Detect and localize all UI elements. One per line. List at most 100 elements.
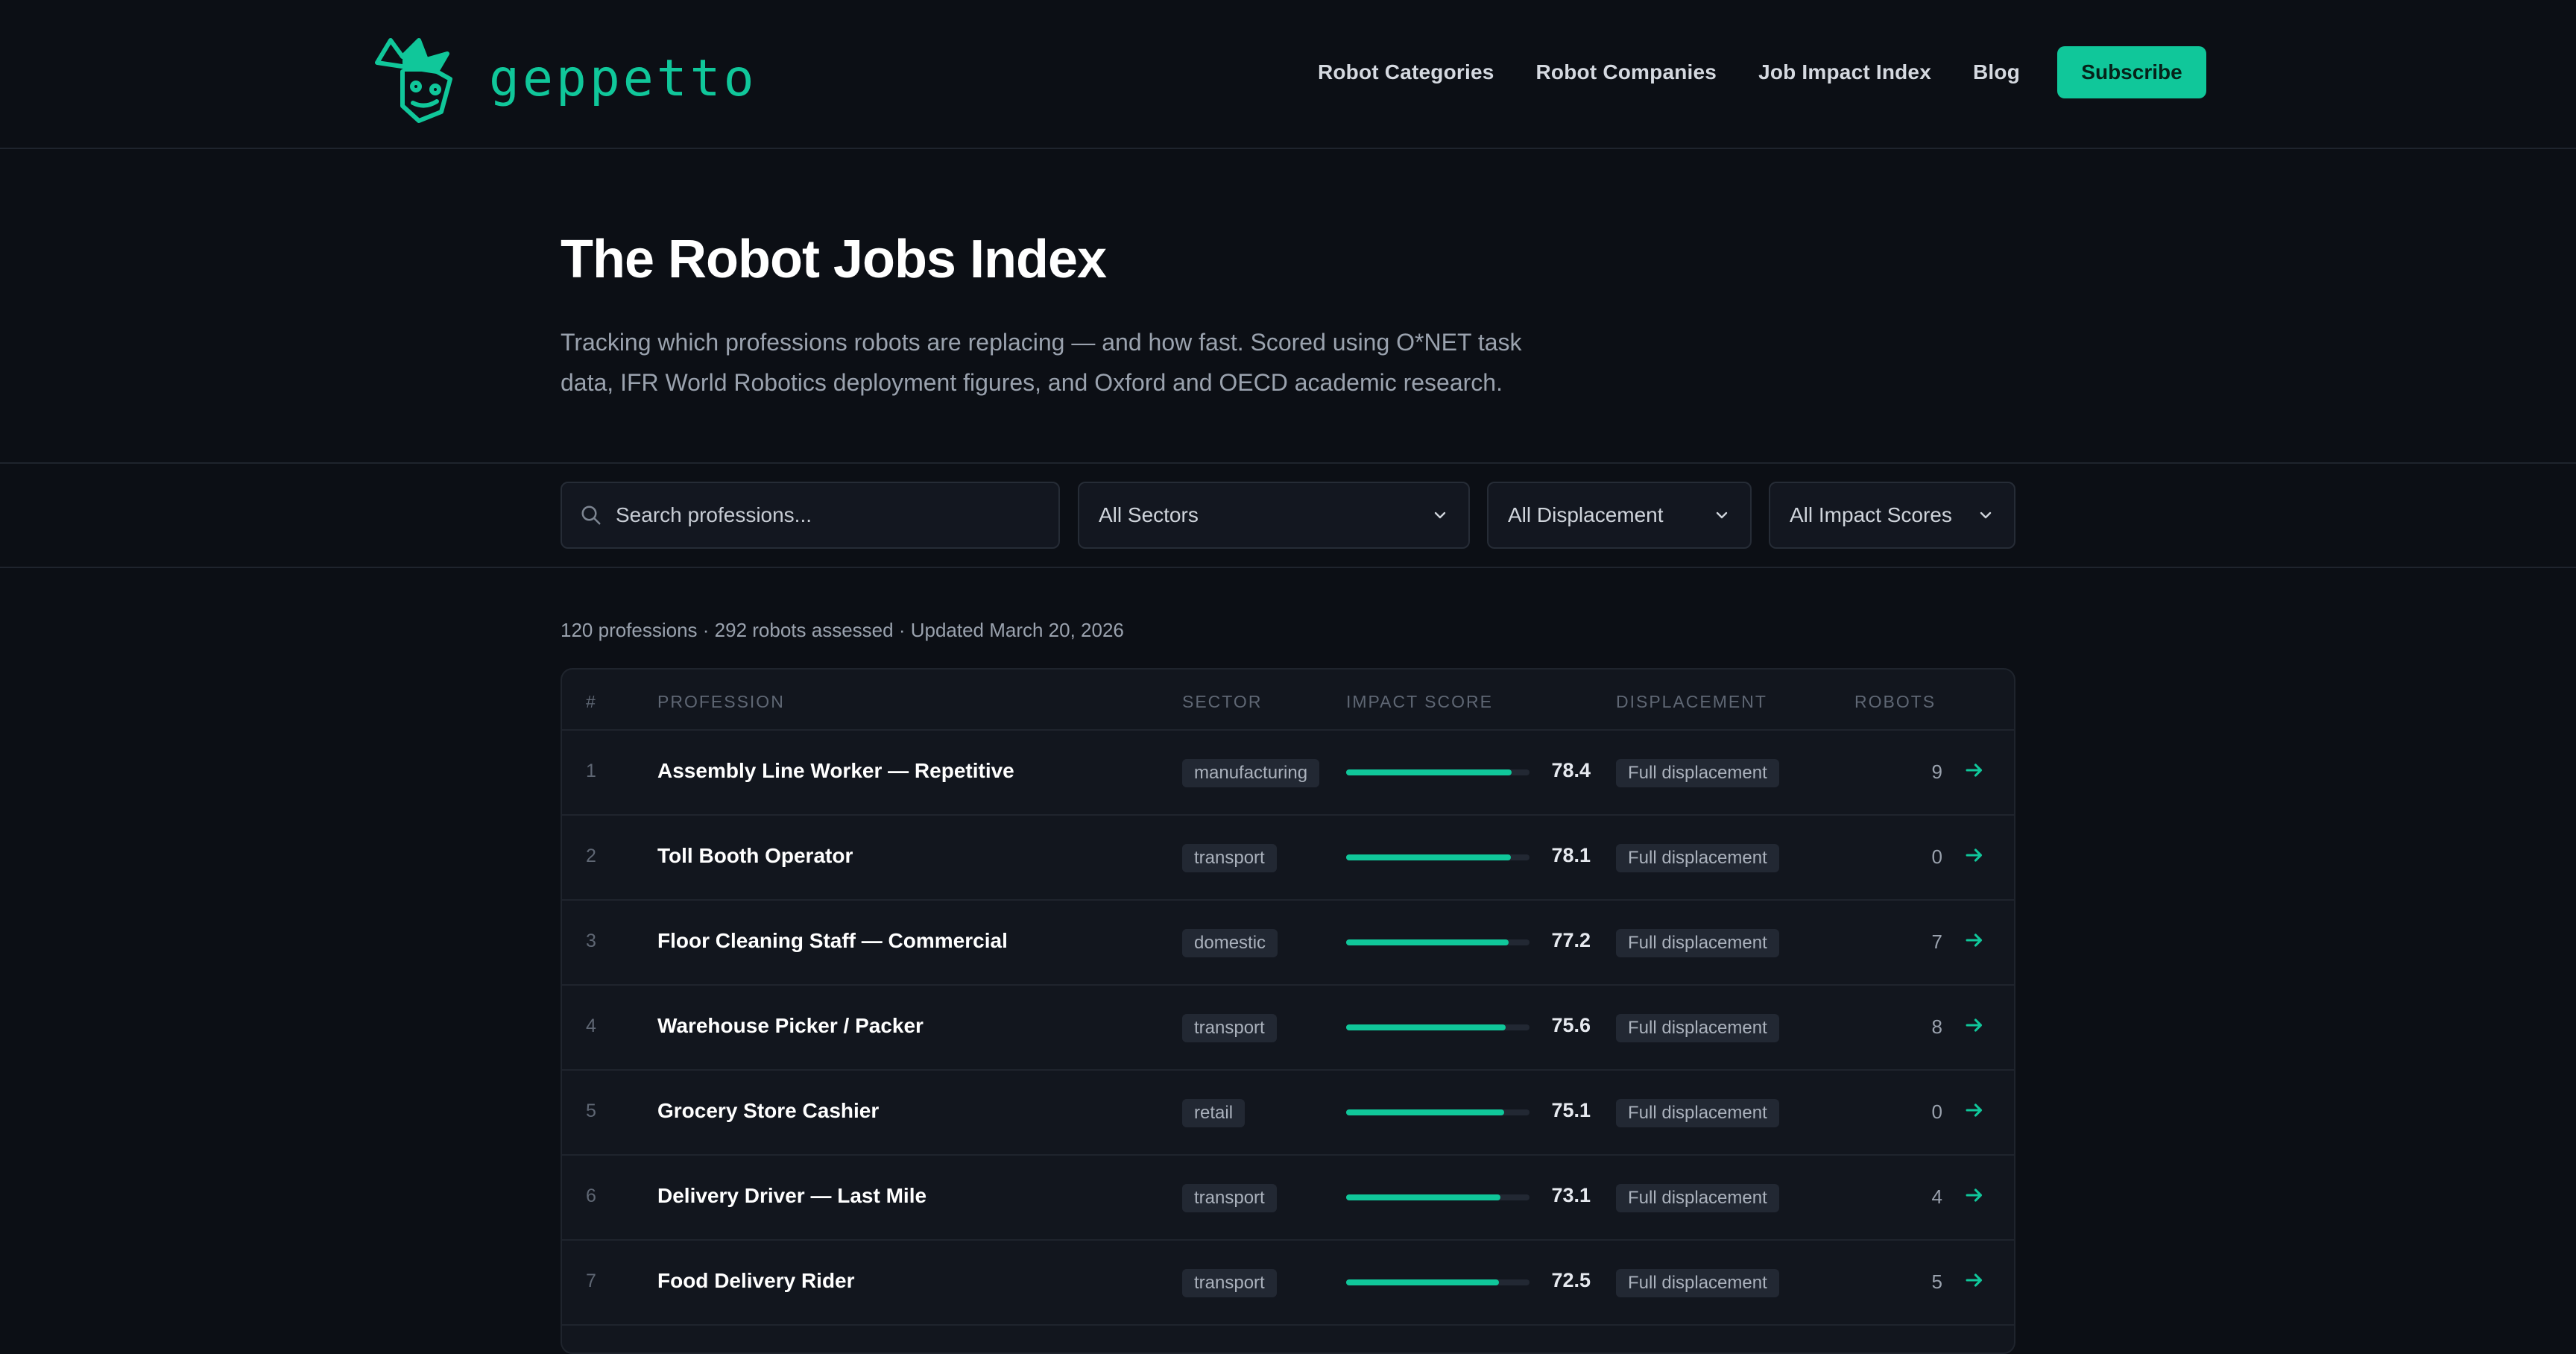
table-row[interactable]: 4 Warehouse Picker / Packer transport 75.6 F… — [562, 986, 2014, 1071]
row-displacement-badge: Full displacement — [1616, 1184, 1779, 1212]
row-impact-score: 75.1 — [1551, 1099, 1591, 1121]
nav-blog[interactable]: Blog — [1973, 60, 2020, 84]
sector-select-value: All Sectors — [1099, 503, 1199, 526]
impact-score-bar-fill — [1346, 939, 1509, 945]
chevron-down-icon — [1434, 511, 1446, 519]
table-row[interactable]: 7 Food Delivery Rider transport 72.5 Full di… — [562, 1241, 2014, 1326]
row-displacement-badge: Full displacement — [1616, 1014, 1779, 1042]
row-robot-count: 8 — [1931, 1016, 1942, 1038]
header-sector[interactable]: SECTOR — [1182, 692, 1262, 712]
displacement-select[interactable]: All Displacement — [1487, 482, 1752, 549]
header-robots[interactable]: ROBOTS — [1854, 692, 1936, 712]
results-meta: 120 professions · 292 robots assessed · … — [561, 619, 1124, 641]
table-header: # PROFESSION SECTOR IMPACT SCORE DISPLAC… — [562, 670, 2014, 731]
impact-score-bar-fill — [1346, 769, 1512, 775]
description-line-2: data, IFR World Robotics deployment figu… — [561, 369, 1503, 396]
impact-score-bar-fill — [1346, 1024, 1506, 1030]
impact-score-bar-fill — [1346, 1109, 1505, 1115]
row-robot-count: 4 — [1931, 1185, 1942, 1208]
row-profession[interactable]: Grocery Store Cashier — [657, 1099, 879, 1123]
row-displacement-badge: Full displacement — [1616, 1099, 1779, 1127]
row-sector-badge: transport — [1182, 1269, 1277, 1297]
search-icon — [581, 506, 601, 525]
row-rank: 3 — [586, 931, 596, 951]
row-sector-badge: transport — [1182, 1014, 1277, 1042]
row-impact-score: 72.5 — [1551, 1269, 1591, 1291]
row-rank: 1 — [586, 761, 596, 781]
arrow-right-icon[interactable] — [1962, 843, 1987, 868]
logo[interactable]: geppetto — [373, 34, 757, 124]
nav-job-impact-index[interactable]: Job Impact Index — [1758, 60, 1931, 84]
row-sector-badge: domestic — [1182, 929, 1278, 957]
arrow-right-icon[interactable] — [1962, 1013, 1987, 1038]
header-impact-score[interactable]: IMPACT SCORE — [1346, 692, 1493, 712]
impact-score-bar-fill — [1346, 1279, 1500, 1285]
search-placeholder: Search professions... — [616, 503, 812, 526]
impact-score-bar — [1346, 854, 1530, 860]
row-profession[interactable]: Delivery Driver — Last Mile — [657, 1184, 926, 1208]
row-impact-score: 77.2 — [1551, 929, 1591, 951]
arrow-right-icon[interactable] — [1962, 1098, 1987, 1123]
header-displacement[interactable]: DISPLACEMENT — [1616, 692, 1767, 712]
row-profession[interactable]: Food Delivery Rider — [657, 1269, 855, 1293]
table-row[interactable] — [562, 1326, 2014, 1353]
search-input[interactable]: Search professions... — [561, 482, 1060, 549]
row-rank: 7 — [586, 1270, 596, 1291]
row-robot-count: 0 — [1931, 1100, 1942, 1123]
arrow-right-icon[interactable] — [1962, 928, 1987, 953]
header-profession[interactable]: PROFESSION — [657, 692, 785, 712]
nav-robot-categories[interactable]: Robot Categories — [1318, 60, 1494, 84]
page-title: The Robot Jobs Index — [561, 230, 1107, 289]
row-impact-score: 78.1 — [1551, 844, 1591, 866]
row-rank: 2 — [586, 846, 596, 866]
table-row[interactable]: 2 Toll Booth Operator transport 78.1 Full di… — [562, 816, 2014, 901]
filter-bar: Search professions... All Sectors All Di… — [0, 464, 2576, 568]
row-rank: 6 — [586, 1185, 596, 1206]
arrow-right-icon[interactable] — [1962, 1268, 1987, 1293]
row-sector-badge: transport — [1182, 1184, 1277, 1212]
impact-score-bar — [1346, 1279, 1530, 1285]
table-row[interactable]: 6 Delivery Driver — Last Mile transport 73.… — [562, 1156, 2014, 1241]
row-robot-count: 9 — [1931, 761, 1942, 783]
main-nav: Robot Categories Robot Companies Job Imp… — [1318, 46, 2206, 98]
impact-select-value: All Impact Scores — [1790, 503, 1952, 526]
row-robot-count: 0 — [1931, 846, 1942, 868]
displacement-select-value: All Displacement — [1508, 503, 1664, 526]
row-profession[interactable]: Toll Booth Operator — [657, 844, 853, 868]
row-impact-score: 78.4 — [1551, 759, 1591, 781]
row-displacement-badge: Full displacement — [1616, 844, 1779, 872]
table-row[interactable]: 1 Assembly Line Worker — Repetitive manufa… — [562, 731, 2014, 816]
row-impact-score: 75.6 — [1551, 1014, 1591, 1036]
page-description: Tracking which professions robots are re… — [561, 322, 1582, 403]
row-profession[interactable]: Floor Cleaning Staff — Commercial — [657, 929, 1008, 953]
row-robot-count: 7 — [1931, 931, 1942, 953]
impact-score-bar — [1346, 769, 1530, 775]
impact-score-bar — [1346, 1109, 1530, 1115]
nav-robot-companies[interactable]: Robot Companies — [1536, 60, 1717, 84]
header-num: # — [586, 692, 597, 711]
arrow-right-icon[interactable] — [1962, 1183, 1987, 1208]
table-row[interactable]: 3 Floor Cleaning Staff — Commercial domest… — [562, 901, 2014, 986]
sector-select[interactable]: All Sectors — [1078, 482, 1470, 549]
row-profession[interactable]: Warehouse Picker / Packer — [657, 1014, 924, 1038]
row-sector-badge: manufacturing — [1182, 759, 1320, 787]
row-rank: 4 — [586, 1016, 596, 1036]
impact-score-select[interactable]: All Impact Scores — [1769, 482, 2015, 549]
impact-score-bar — [1346, 1194, 1530, 1200]
hero: The Robot Jobs Index Tracking which prof… — [0, 149, 2576, 464]
table-row[interactable]: 5 Grocery Store Cashier retail 75.1 Full dis… — [562, 1071, 2014, 1156]
row-impact-score: 73.1 — [1551, 1184, 1591, 1206]
row-sector-badge: transport — [1182, 844, 1277, 872]
impact-score-bar-fill — [1346, 854, 1511, 860]
subscribe-button[interactable]: Subscribe — [2057, 46, 2206, 98]
chevron-down-icon — [1716, 511, 1728, 519]
row-displacement-badge: Full displacement — [1616, 1269, 1779, 1297]
impact-score-bar — [1346, 939, 1530, 945]
row-profession[interactable]: Assembly Line Worker — Repetitive — [657, 759, 1014, 783]
row-displacement-badge: Full displacement — [1616, 929, 1779, 957]
impact-score-bar-fill — [1346, 1194, 1500, 1200]
logo-text: geppetto — [489, 49, 757, 108]
arrow-right-icon[interactable] — [1962, 758, 1987, 783]
table-body: 1 Assembly Line Worker — Repetitive manufa… — [562, 731, 2014, 1353]
chevron-down-icon — [1980, 511, 1992, 519]
